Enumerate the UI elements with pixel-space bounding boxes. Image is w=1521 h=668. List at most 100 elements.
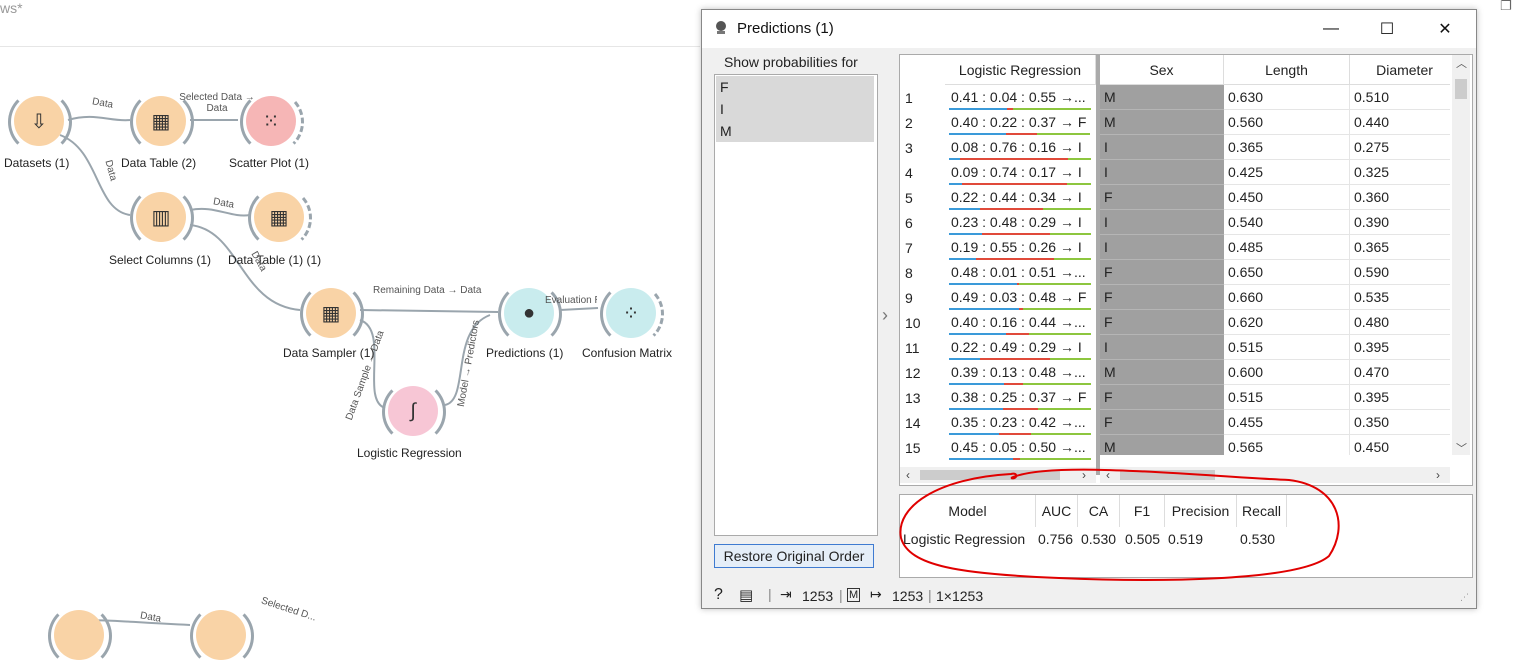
probability-bar-f: [949, 433, 999, 435]
class-item-i[interactable]: I: [716, 98, 874, 120]
data-columns: Sex Length Diameter M 0.630 0.510 M 0.560 0.4…: [1100, 55, 1450, 455]
column-header-diameter[interactable]: Diameter: [1350, 55, 1450, 85]
select-columns-icon: ▥: [151, 206, 171, 229]
class-item-m[interactable]: M: [716, 120, 874, 142]
select-columns-node-label: Select Columns (1): [109, 253, 212, 267]
data-table-node-label: Data Table (2): [121, 156, 197, 170]
probability-bar-m: [1042, 208, 1091, 210]
row-number: 5: [905, 190, 913, 206]
vertical-scrollbar[interactable]: ︿ ﹀: [1452, 55, 1470, 455]
row-number: 6: [905, 215, 913, 231]
probability-bar-m: [1068, 158, 1091, 160]
predictions-table: Logistic Regression 1 0.41 : 0.04 : 0.55 …: [899, 54, 1473, 486]
partial-node-2[interactable]: [190, 604, 254, 668]
data-table-1-node[interactable]: ▦: [248, 186, 312, 250]
prediction-cell[interactable]: 0.22 : 0.49 : 0.29 → I: [947, 336, 1093, 360]
sex-cell: F: [1100, 185, 1224, 210]
diameter-cell: 0.350: [1350, 410, 1450, 435]
diameter-cell: 0.510: [1350, 85, 1450, 110]
output-count: 1253: [892, 588, 924, 604]
row-number: 13: [905, 390, 921, 406]
scroll-up-icon[interactable]: ︿: [1456, 55, 1467, 71]
prediction-cell[interactable]: 0.39 : 0.13 : 0.48 →...: [947, 361, 1093, 385]
row-number: 10: [905, 315, 921, 331]
window-titlebar[interactable]: Predictions (1) — ☐ ✕: [702, 10, 1476, 48]
report-icon[interactable]: ▤: [739, 586, 753, 604]
prediction-cell[interactable]: 0.38 : 0.25 : 0.37 → F: [947, 386, 1093, 410]
sex-cell: F: [1100, 260, 1224, 285]
sex-cell: F: [1100, 385, 1224, 410]
link-label: Selected Data → Data: [179, 92, 255, 114]
chevron-right-icon[interactable]: ›: [882, 305, 888, 326]
link-label: Remaining Data → Data: [373, 285, 482, 296]
input-icon: ⇥: [780, 586, 792, 602]
table-icon: ▦: [269, 206, 289, 229]
prediction-cell[interactable]: 0.08 : 0.76 : 0.16 → I: [947, 136, 1093, 160]
scroll-down-icon[interactable]: ﹀: [1456, 440, 1467, 456]
scatter-plot-node-label: Scatter Plot (1): [229, 156, 310, 170]
diameter-cell: 0.360: [1350, 185, 1450, 210]
select-columns-node[interactable]: ▥: [130, 186, 194, 250]
restore-original-order-button[interactable]: Restore Original Order: [714, 544, 874, 568]
predictions-window: Predictions (1) — ☐ ✕ Show probabilities…: [701, 9, 1477, 609]
column-header-sex[interactable]: Sex: [1100, 55, 1224, 85]
class-item-f[interactable]: F: [716, 76, 874, 98]
minimize-button[interactable]: —: [1302, 10, 1360, 48]
prediction-cell[interactable]: 0.45 : 0.05 : 0.50 →...: [947, 436, 1093, 460]
red-circle-annotation: [899, 468, 1340, 581]
data-sampler-node[interactable]: ▦: [300, 282, 364, 346]
prediction-cell[interactable]: 0.19 : 0.55 : 0.26 → I: [947, 236, 1093, 260]
probability-bar-i: [961, 183, 1067, 185]
sex-cell: I: [1100, 210, 1224, 235]
column-header-logistic-regression[interactable]: Logistic Regression: [945, 55, 1096, 85]
diameter-cell: 0.470: [1350, 360, 1450, 385]
column-header-length[interactable]: Length: [1224, 55, 1350, 85]
prediction-text: 0.23 : 0.48 : 0.29 → I: [951, 214, 1082, 230]
length-cell: 0.450: [1224, 185, 1350, 210]
logistic-regression-node[interactable]: ∫: [382, 380, 446, 444]
prediction-cell[interactable]: 0.49 : 0.03 : 0.48 → F: [947, 286, 1093, 310]
close-button[interactable]: ✕: [1416, 10, 1474, 48]
class-list[interactable]: F I M: [714, 74, 878, 536]
probability-bar-m: [1022, 383, 1091, 385]
probability-bar-f: [949, 208, 981, 210]
restore-window-icon[interactable]: ❐: [1500, 0, 1512, 14]
diameter-cell: 0.365: [1350, 235, 1450, 260]
prediction-cell[interactable]: 0.09 : 0.74 : 0.17 → I: [947, 161, 1093, 185]
probability-bar-i: [1002, 408, 1039, 410]
length-cell: 0.650: [1224, 260, 1350, 285]
maximize-button[interactable]: ☐: [1358, 10, 1416, 48]
prediction-cell[interactable]: 0.35 : 0.23 : 0.42 →...: [947, 411, 1093, 435]
length-cell: 0.455: [1224, 410, 1350, 435]
confusion-matrix-node[interactable]: ⁘: [600, 282, 664, 346]
row-number: 4: [905, 165, 913, 181]
probability-bar-i: [980, 358, 1050, 360]
help-icon[interactable]: ?: [714, 586, 723, 604]
diameter-cell: 0.590: [1350, 260, 1450, 285]
probability-bar-f: [949, 458, 1013, 460]
output-icon: ↦: [870, 586, 882, 602]
probability-bar-f: [949, 258, 976, 260]
sex-cell: M: [1100, 110, 1224, 135]
divider: |: [768, 586, 772, 602]
probability-bar-i: [981, 233, 1050, 235]
length-cell: 0.485: [1224, 235, 1350, 260]
probability-bar-i: [1005, 333, 1029, 335]
prediction-cell[interactable]: 0.48 : 0.01 : 0.51 →...: [947, 261, 1093, 285]
probability-bar-f: [949, 358, 981, 360]
partial-node-1[interactable]: [48, 604, 112, 668]
probability-bar-f: [949, 233, 982, 235]
scrollbar-thumb[interactable]: [1455, 79, 1467, 99]
resize-grip-icon[interactable]: ⋰: [1460, 592, 1469, 603]
prediction-cell[interactable]: 0.23 : 0.48 : 0.29 → I: [947, 211, 1093, 235]
link-label: Evaluation Results: [545, 295, 597, 306]
probability-bar-m: [1031, 433, 1091, 435]
length-cell: 0.600: [1224, 360, 1350, 385]
scroll-right-icon[interactable]: ›: [1436, 468, 1440, 482]
prediction-cell[interactable]: 0.22 : 0.44 : 0.34 → I: [947, 186, 1093, 210]
prediction-text: 0.35 : 0.23 : 0.42 →...: [951, 414, 1086, 430]
prediction-cell[interactable]: 0.41 : 0.04 : 0.55 →...: [947, 86, 1093, 110]
datasets-node[interactable]: ⇩: [8, 90, 72, 154]
prediction-cell[interactable]: 0.40 : 0.22 : 0.37 → F: [947, 111, 1093, 135]
prediction-cell[interactable]: 0.40 : 0.16 : 0.44 →...: [947, 311, 1093, 335]
